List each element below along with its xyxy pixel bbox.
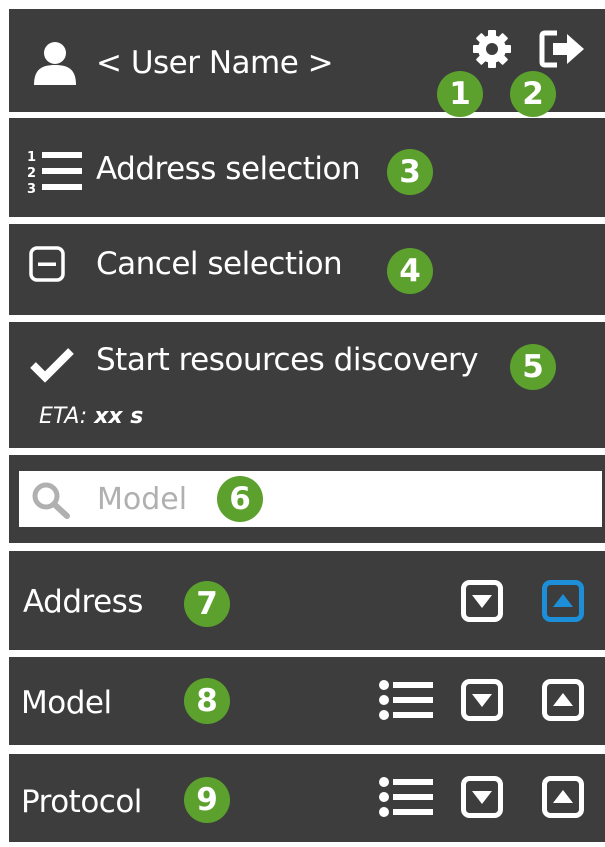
start-discovery-badge: 5: [510, 344, 556, 390]
address-selection-badge: 3: [387, 149, 433, 195]
sort-down-icon[interactable]: [461, 776, 503, 818]
svg-text:2: 2: [27, 166, 36, 181]
sort-up-icon[interactable]: [542, 776, 584, 818]
column-badge-address: 7: [184, 581, 230, 627]
start-discovery-button[interactable]: Start resources discovery 5 ETA: xx s: [9, 322, 605, 448]
column-row-model: Model 8: [9, 657, 605, 745]
sort-down-icon[interactable]: [461, 679, 503, 721]
checkmark-icon: [30, 348, 74, 383]
search-box[interactable]: 6: [19, 471, 602, 527]
eta-value: xx s: [94, 404, 144, 429]
column-label-address: Address: [23, 584, 143, 620]
search-badge: 6: [217, 476, 263, 522]
list-icon[interactable]: [379, 679, 433, 721]
column-row-protocol: Protocol 9: [9, 754, 605, 842]
minus-box-icon: [29, 246, 65, 282]
column-label-model: Model: [21, 685, 112, 721]
svg-text:3: 3: [27, 182, 36, 194]
cancel-selection-badge: 4: [387, 248, 433, 294]
list-icon[interactable]: [379, 776, 433, 818]
sort-up-icon[interactable]: [542, 580, 584, 622]
logout-icon[interactable]: [539, 29, 587, 69]
cancel-selection-label: Cancel selection: [96, 246, 343, 282]
address-selection-label: Address selection: [96, 151, 361, 187]
column-label-protocol: Protocol: [21, 784, 142, 820]
column-row-address: Address 7: [9, 551, 605, 650]
search-icon: [32, 482, 70, 519]
eta-text: ETA: xx s: [39, 404, 143, 429]
svg-text:1: 1: [27, 150, 36, 165]
sort-down-icon[interactable]: [461, 580, 503, 622]
start-discovery-label: Start resources discovery: [96, 342, 479, 378]
user-name: < User Name >: [96, 45, 334, 81]
column-badge-protocol: 9: [184, 777, 230, 823]
numbered-list-icon: 1 2 3: [27, 150, 82, 194]
search-panel: 6: [9, 455, 605, 543]
user-panel: < User Name > 1 2: [9, 9, 605, 117]
sort-up-icon[interactable]: [542, 679, 584, 721]
logout-badge: 2: [510, 71, 556, 117]
settings-badge: 1: [437, 71, 483, 117]
column-badge-model: 8: [184, 678, 230, 724]
eta-label: ETA:: [39, 404, 88, 429]
gear-icon[interactable]: [472, 29, 512, 69]
cancel-selection-button[interactable]: Cancel selection 4: [9, 224, 605, 315]
user-icon: [34, 42, 76, 85]
address-selection-button[interactable]: 1 2 3 Address selection 3: [9, 118, 605, 217]
